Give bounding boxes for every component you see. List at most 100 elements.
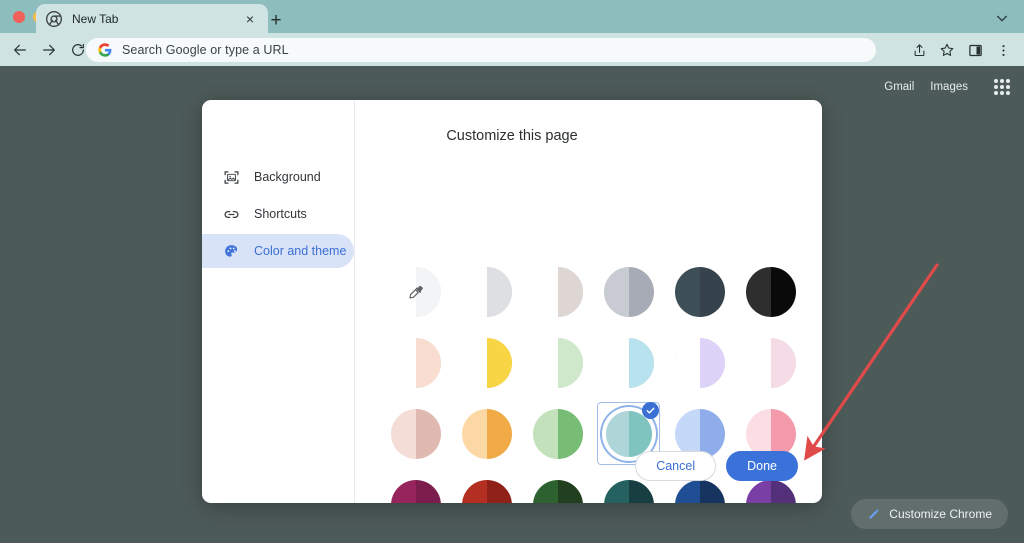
swatch-half-left — [532, 408, 558, 459]
swatch-half-left — [461, 479, 487, 503]
swatch-brick-red[interactable] — [461, 479, 512, 503]
swatch-half-left — [461, 266, 487, 317]
swatch-half-right — [557, 266, 583, 317]
swatch-cool-grey[interactable] — [603, 266, 654, 317]
customize-chrome-label: Customize Chrome — [889, 507, 992, 521]
swatch-half-left — [674, 337, 700, 388]
gmail-link[interactable]: Gmail — [884, 81, 914, 93]
swatch-half-left — [461, 408, 487, 459]
swatch-half-right — [628, 266, 654, 317]
swatch-grey-light[interactable] — [461, 266, 512, 317]
cancel-button[interactable]: Cancel — [635, 451, 717, 481]
dialog-sidebar: Background Shortcuts Color and theme — [202, 160, 354, 271]
swatch-brick-red-cell[interactable] — [455, 473, 518, 503]
side-panel-icon[interactable] — [962, 37, 988, 63]
swatch-half-right — [557, 408, 583, 459]
swatch-yellow-cell[interactable] — [455, 331, 518, 394]
swatch-half-right — [486, 337, 512, 388]
close-window-button[interactable] — [13, 11, 25, 23]
new-tab-button[interactable]: + — [265, 9, 287, 31]
three-dot-menu-icon[interactable] — [990, 37, 1016, 63]
swatch-navy[interactable] — [674, 479, 725, 503]
sidebar-item-label: Shortcuts — [254, 207, 307, 221]
pencil-icon — [867, 507, 881, 521]
tab-title: New Tab — [72, 11, 119, 26]
swatch-orange-cell[interactable] — [455, 402, 518, 465]
swatch-pale-blue-cell[interactable] — [597, 331, 660, 394]
swatch-black[interactable] — [745, 266, 796, 317]
custom-color-picker[interactable] — [390, 266, 441, 317]
swatch-half-left — [603, 266, 629, 317]
swatch-black-cell[interactable] — [739, 260, 802, 323]
swatch-green[interactable] — [532, 408, 583, 459]
done-button[interactable]: Done — [726, 451, 798, 481]
swatch-half-right — [415, 479, 441, 503]
swatch-warm-grey-cell[interactable] — [526, 260, 589, 323]
swatch-pale-pink-cell[interactable] — [739, 331, 802, 394]
swatch-pale-green[interactable] — [532, 337, 583, 388]
swatch-forest-green-cell[interactable] — [526, 473, 589, 503]
swatch-blush[interactable] — [390, 408, 441, 459]
tab-strip: New Tab × + — [0, 0, 1024, 33]
eyedropper-icon — [391, 267, 441, 317]
swatch-half-left — [745, 479, 771, 503]
omnibox[interactable]: Search Google or type a URL — [86, 38, 876, 62]
swatch-half-left — [745, 337, 771, 388]
swatch-dark-teal[interactable] — [603, 479, 654, 503]
swatch-dark-slate-cell[interactable] — [668, 260, 731, 323]
swatch-half-left — [603, 479, 629, 503]
ntp-top-links: Gmail Images — [884, 77, 1012, 97]
swatch-half-right — [486, 408, 512, 459]
forward-arrow-icon[interactable] — [36, 37, 62, 63]
swatch-half-right — [486, 479, 512, 503]
sidebar-item-label: Background — [254, 170, 321, 184]
swatch-pale-lavender[interactable] — [674, 337, 725, 388]
swatch-pale-peach[interactable] — [390, 337, 441, 388]
back-arrow-icon[interactable] — [7, 37, 33, 63]
swatch-dark-slate[interactable] — [674, 266, 725, 317]
swatch-half-left — [532, 479, 558, 503]
google-apps-grid-icon[interactable] — [992, 77, 1012, 97]
share-icon[interactable] — [906, 37, 932, 63]
swatch-pale-pink[interactable] — [745, 337, 796, 388]
swatch-berry[interactable] — [390, 479, 441, 503]
sidebar-item-background[interactable]: Background — [202, 160, 354, 194]
swatch-half-right — [415, 408, 441, 459]
navigation-buttons — [7, 37, 91, 63]
close-tab-button[interactable]: × — [242, 11, 258, 27]
swatch-blush-cell[interactable] — [384, 402, 447, 465]
swatch-orange[interactable] — [461, 408, 512, 459]
swatch-half-right — [699, 266, 725, 317]
swatch-half-left — [532, 337, 558, 388]
images-link[interactable]: Images — [930, 81, 968, 93]
swatch-forest-green[interactable] — [532, 479, 583, 503]
custom-color-picker-cell[interactable] — [384, 260, 447, 323]
swatch-pale-blue[interactable] — [603, 337, 654, 388]
customize-chrome-button[interactable]: Customize Chrome — [851, 499, 1008, 529]
swatch-grey-light-cell[interactable] — [455, 260, 518, 323]
swatch-warm-grey[interactable] — [532, 266, 583, 317]
swatch-purple[interactable] — [745, 479, 796, 503]
swatch-half-right — [628, 337, 654, 388]
browser-toolbar: Search Google or type a URL — [0, 33, 1024, 66]
swatch-half-right — [699, 479, 725, 503]
link-icon — [222, 205, 240, 223]
swatch-yellow[interactable] — [461, 337, 512, 388]
swatch-half-left — [390, 337, 416, 388]
omnibox-placeholder: Search Google or type a URL — [122, 43, 289, 57]
swatch-green-cell[interactable] — [526, 402, 589, 465]
palette-icon — [222, 242, 240, 260]
swatch-half-left — [674, 266, 700, 317]
image-frame-icon — [222, 168, 240, 186]
star-icon[interactable] — [934, 37, 960, 63]
swatch-cool-grey-cell[interactable] — [597, 260, 660, 323]
swatch-berry-cell[interactable] — [384, 473, 447, 503]
swatch-pale-green-cell[interactable] — [526, 331, 589, 394]
swatch-pale-peach-cell[interactable] — [384, 331, 447, 394]
browser-tab[interactable]: New Tab × — [36, 4, 268, 33]
chevron-down-icon[interactable] — [994, 10, 1010, 26]
sidebar-item-shortcuts[interactable]: Shortcuts — [202, 197, 354, 231]
swatch-pale-lavender-cell[interactable] — [668, 331, 731, 394]
dialog-footer: Cancel Done — [635, 451, 798, 481]
sidebar-item-color-and-theme[interactable]: Color and theme — [202, 234, 354, 268]
